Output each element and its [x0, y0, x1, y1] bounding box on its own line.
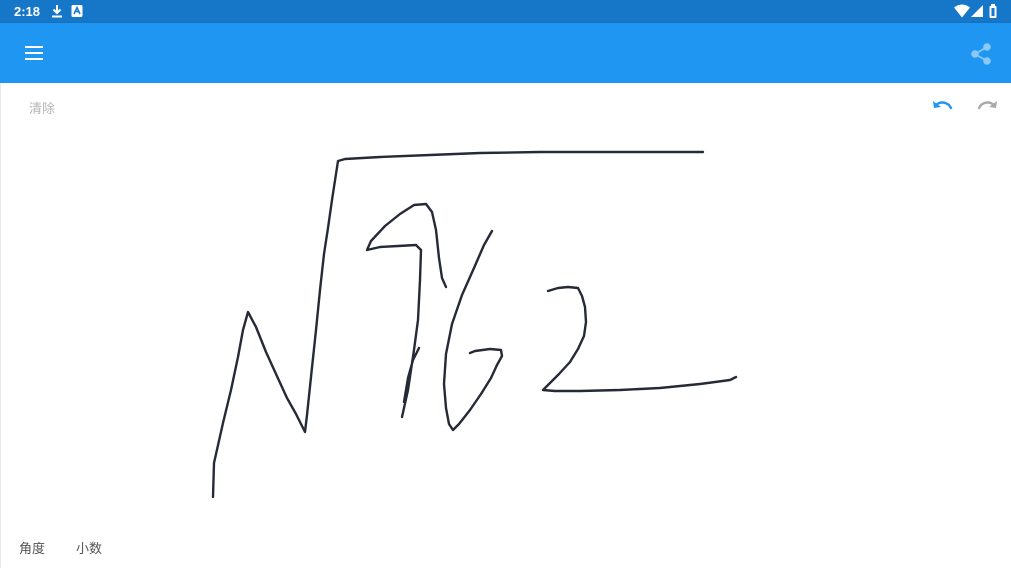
status-bar: 2:18	[0, 0, 1011, 23]
wifi-icon	[954, 4, 970, 18]
decimal-mode-button[interactable]: 小数	[76, 538, 102, 557]
download-icon	[52, 5, 62, 18]
share-icon[interactable]	[968, 41, 994, 67]
redo-icon[interactable]	[976, 96, 1000, 118]
drawing-canvas[interactable]	[0, 83, 1011, 568]
battery-icon	[989, 4, 997, 18]
status-time: 2:18	[14, 4, 41, 19]
signal-icon	[971, 5, 983, 17]
angle-mode-button[interactable]: 角度	[19, 538, 45, 557]
menu-icon[interactable]	[22, 42, 46, 64]
app-bar	[0, 23, 1011, 83]
undo-icon[interactable]	[930, 96, 954, 118]
clear-button[interactable]: 清除	[29, 98, 55, 117]
app-notification-icon	[71, 5, 83, 17]
